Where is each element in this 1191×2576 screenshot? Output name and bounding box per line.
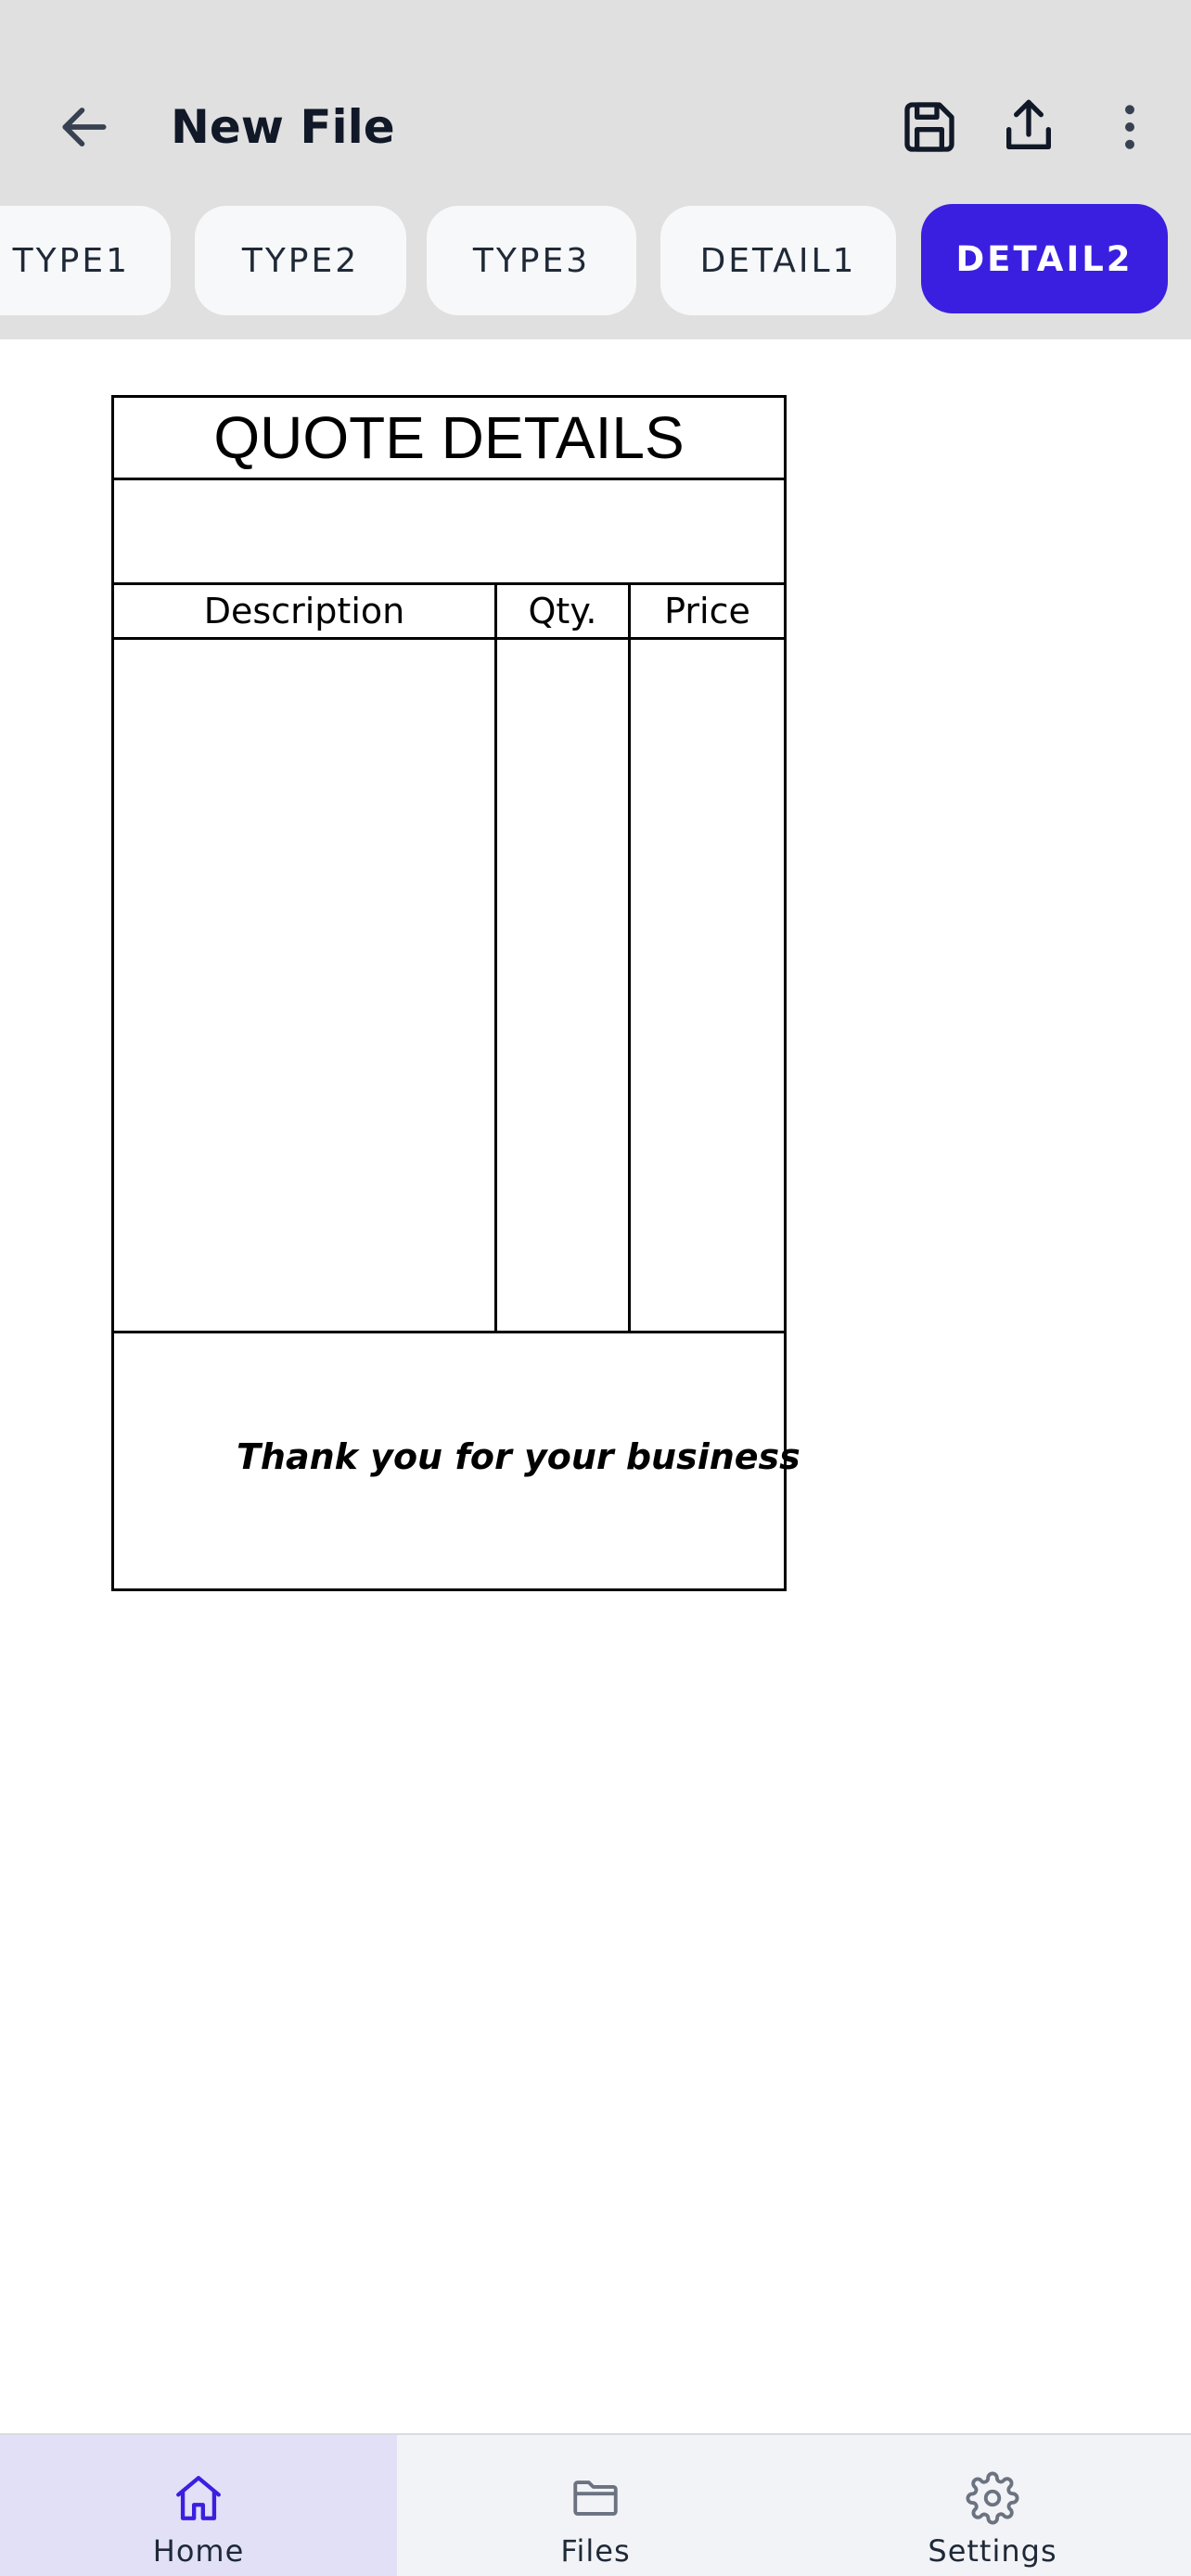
- save-button[interactable]: [891, 89, 967, 165]
- chip-type1[interactable]: TYPE1: [0, 206, 171, 315]
- column-divider: [494, 585, 497, 1331]
- bottom-nav: Home Files Settings: [0, 2433, 1191, 2576]
- quote-document: QUOTE DETAILS Description Qty. Price Tha…: [111, 395, 800, 1591]
- template-chip-row: TYPE1 TYPE2 TYPE3 DETAIL1 DETAIL2: [0, 204, 1191, 317]
- thank-you-note: Thank you for your business: [237, 1436, 800, 1477]
- nav-home-label: Home: [152, 2533, 245, 2569]
- nav-files[interactable]: Files: [397, 2435, 794, 2576]
- document-title: QUOTE DETAILS: [114, 398, 784, 480]
- share-button[interactable]: [991, 89, 1067, 165]
- nav-settings[interactable]: Settings: [794, 2435, 1191, 2576]
- chip-type2[interactable]: TYPE2: [195, 206, 406, 315]
- more-vertical-icon: [1125, 105, 1134, 149]
- column-header-price: Price: [664, 591, 750, 631]
- more-options-button[interactable]: [1091, 89, 1169, 165]
- document-info-area: [114, 480, 784, 585]
- back-button[interactable]: [46, 89, 122, 165]
- home-icon: [176, 2476, 221, 2520]
- share-icon: [1006, 99, 1051, 149]
- gear-icon: [966, 2471, 1019, 2525]
- nav-settings-label: Settings: [928, 2533, 1057, 2569]
- column-header-description: Description: [203, 591, 405, 631]
- arrow-left-icon: [62, 108, 107, 147]
- chip-detail1[interactable]: DETAIL1: [660, 206, 896, 315]
- chip-detail2[interactable]: DETAIL2: [921, 204, 1168, 313]
- column-header-qty: Qty.: [528, 591, 597, 631]
- chip-type3[interactable]: TYPE3: [427, 206, 636, 315]
- column-divider: [628, 585, 631, 1331]
- table-header-divider: [114, 637, 784, 640]
- nav-home[interactable]: Home: [0, 2435, 397, 2576]
- nav-files-label: Files: [560, 2533, 631, 2569]
- folder-icon: [573, 2480, 618, 2516]
- page-title: New File: [171, 100, 395, 154]
- app-bar: New File TYPE1 TYPE2 TYPE3 DETAIL1 DETAI…: [0, 0, 1191, 339]
- table-footer-divider: [114, 1331, 784, 1333]
- save-icon: [904, 102, 954, 152]
